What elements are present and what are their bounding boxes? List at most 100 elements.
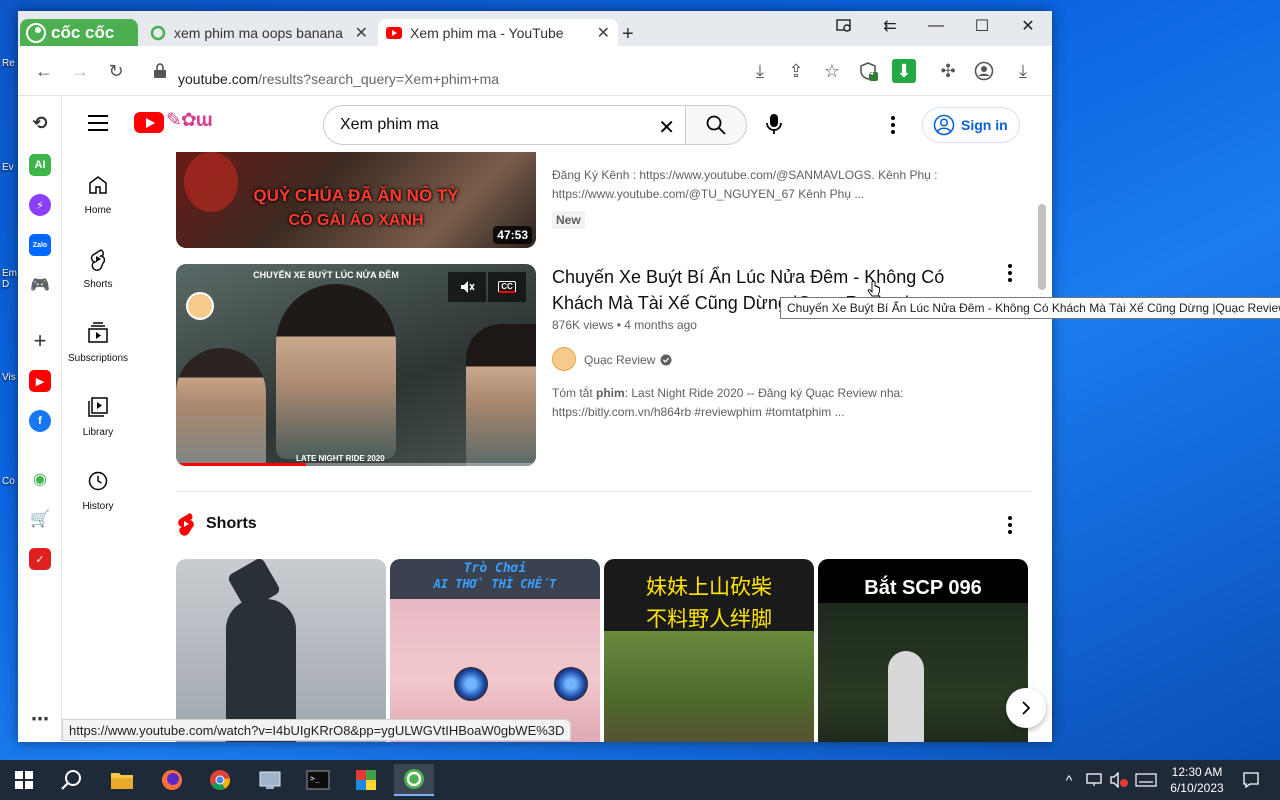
- section-divider: [176, 491, 1032, 492]
- tab-youtube[interactable]: Xem phim ma - YouTube ✕: [378, 19, 618, 46]
- desktop-icon-fragment[interactable]: Re: [2, 58, 15, 69]
- desktop-icon-fragment[interactable]: Vis: [2, 372, 16, 383]
- tab-close-icon[interactable]: ✕: [597, 23, 610, 43]
- mute-icon[interactable]: [448, 272, 486, 302]
- channel-avatar[interactable]: [552, 347, 576, 371]
- shopping-cart-icon[interactable]: 🛒: [29, 508, 51, 530]
- maximize-button[interactable]: ☐: [962, 15, 1002, 37]
- coccoc-map-icon[interactable]: ◉: [29, 468, 51, 490]
- shorts-kebab-icon[interactable]: [998, 513, 1022, 537]
- desktop-icon-fragment[interactable]: Ev: [2, 162, 14, 173]
- new-tab-button[interactable]: +: [622, 23, 634, 46]
- search-button[interactable]: [685, 105, 747, 145]
- guide-library[interactable]: Library: [62, 395, 134, 438]
- video-action-kebab-icon[interactable]: [998, 261, 1022, 285]
- todo-check-icon[interactable]: ✓: [29, 548, 51, 570]
- extensions-puzzle-icon[interactable]: ✣: [936, 59, 960, 83]
- guide-label: History: [82, 501, 114, 512]
- adblock-shield-icon[interactable]: 4: [856, 59, 880, 83]
- bookmark-star-icon[interactable]: ☆: [820, 59, 844, 83]
- short-caption: 不料野人绊脚: [646, 607, 772, 631]
- lock-icon[interactable]: [148, 59, 172, 83]
- facebook-icon[interactable]: f: [29, 410, 51, 432]
- short-caption: Trò Chơi: [463, 561, 527, 576]
- coccoc-taskbar-icon[interactable]: [394, 764, 434, 796]
- history-icon: [88, 471, 108, 491]
- firefox-icon[interactable]: [152, 764, 192, 796]
- upload-age: 4 months ago: [624, 318, 697, 332]
- short-card[interactable]: Bắt SCP 096: [818, 559, 1028, 742]
- reload-button[interactable]: ↻: [104, 59, 128, 83]
- more-options-icon[interactable]: ⋯: [29, 708, 51, 730]
- new-badge: New: [552, 211, 585, 229]
- forward-button[interactable]: →: [68, 59, 92, 83]
- description-line: https://bitly.com.vn/h864rb #reviewphim …: [552, 405, 845, 419]
- ai-label: AI: [34, 159, 46, 171]
- messenger-icon[interactable]: ⚡: [29, 194, 51, 216]
- guide-subscriptions[interactable]: Subscriptions: [62, 321, 134, 364]
- guide-shorts[interactable]: Shorts: [62, 247, 134, 290]
- youtube-doodle-icon[interactable]: ✎✿ɯ: [166, 109, 213, 132]
- tab-oops-banana[interactable]: xem phim ma oops banana - ✕: [142, 19, 376, 46]
- captions-button[interactable]: CC: [488, 272, 526, 302]
- cc-icon: CC: [498, 281, 516, 293]
- search-tabs-icon[interactable]: [824, 15, 864, 37]
- terminal-icon[interactable]: >_: [298, 764, 338, 796]
- colorful-app-icon[interactable]: [346, 764, 386, 796]
- volume-muted-icon[interactable]: [1106, 764, 1132, 796]
- clear-search-icon[interactable]: ✕: [658, 115, 675, 140]
- guide-label: Shorts: [83, 279, 113, 290]
- settings-kebab-icon[interactable]: [881, 113, 905, 137]
- short-card[interactable]: 妹妹上山砍柴 不料野人绊脚: [604, 559, 814, 742]
- shorts-next-button[interactable]: [1006, 688, 1046, 728]
- chrome-icon[interactable]: [200, 764, 240, 796]
- minimize-button[interactable]: —: [916, 15, 956, 37]
- taskbar-clock[interactable]: 12:30 AM 6/10/2023: [1162, 764, 1232, 796]
- profile-icon[interactable]: [972, 59, 996, 83]
- history-clock-icon[interactable]: ⟲: [29, 112, 51, 134]
- youtube-sidebar-icon[interactable]: ▶: [29, 370, 51, 392]
- keyboard-icon[interactable]: [1132, 764, 1160, 796]
- shorts-heading: Shorts: [206, 515, 257, 532]
- install-app-icon[interactable]: ⤓: [748, 59, 772, 83]
- zalo-icon[interactable]: Zalo: [29, 234, 51, 256]
- title-line: Chuyến Xe Buýt Bí Ẩn Lúc Nửa Đêm - Không…: [552, 267, 945, 287]
- youtube-logo-icon[interactable]: [134, 112, 164, 133]
- channel-link[interactable]: Quạc Review: [584, 353, 672, 367]
- show-hidden-icons-chevron-icon[interactable]: ^: [1056, 764, 1082, 796]
- back-arrow-icon[interactable]: ⇇: [870, 15, 910, 37]
- page-scrollbar-thumb[interactable]: [1038, 204, 1046, 290]
- short-card[interactable]: [176, 559, 386, 742]
- browser-toolbar: ← → ↻ youtube.com/results?search_query=X…: [18, 46, 1052, 96]
- short-card[interactable]: Trò Chơi AI THỞ THÌ CHẾT: [390, 559, 600, 742]
- description-text: Tóm tắt: [552, 386, 597, 400]
- savior-download-icon[interactable]: ⬇: [892, 59, 916, 83]
- voice-search-icon[interactable]: [762, 112, 786, 136]
- tab-close-icon[interactable]: ✕: [355, 23, 368, 43]
- desktop-icon-fragment[interactable]: Em D: [2, 268, 17, 290]
- file-explorer-icon[interactable]: [102, 764, 142, 796]
- network-icon[interactable]: [1082, 764, 1108, 796]
- guide-home[interactable]: Home: [62, 173, 134, 216]
- address-bar[interactable]: youtube.com/results?search_query=Xem+phi…: [178, 71, 499, 87]
- taskbar-search-button[interactable]: [52, 764, 92, 796]
- close-window-button[interactable]: ✕: [1008, 15, 1048, 37]
- downloads-icon[interactable]: ⤓: [1011, 59, 1035, 83]
- game-controller-icon[interactable]: 🎮: [29, 274, 51, 296]
- add-sidebar-item-icon[interactable]: +: [29, 328, 51, 353]
- network-tool-icon[interactable]: [250, 764, 290, 796]
- coccoc-menu-button[interactable]: cốc cốc: [20, 19, 138, 46]
- guide-menu-icon[interactable]: [88, 115, 108, 131]
- back-button[interactable]: ←: [32, 59, 56, 83]
- notifications-icon[interactable]: [1236, 764, 1266, 796]
- start-button[interactable]: [4, 764, 44, 796]
- video-thumbnail[interactable]: CHUYẾN XE BUÝT LÚC NỬA ĐÊM LATE NIGHT RI…: [176, 264, 536, 466]
- guide-history[interactable]: History: [62, 469, 134, 512]
- sign-in-button[interactable]: Sign in: [922, 107, 1020, 143]
- search-input[interactable]: Xem phim ma ✕: [323, 105, 685, 145]
- ai-assistant-icon[interactable]: AI: [29, 154, 51, 176]
- video-thumbnail[interactable]: QUỶ CHÚA ĐÃ ĂN NÔ TỲ CÔ GÁI ÁO XANH 47:5…: [176, 144, 536, 248]
- subscriptions-icon: [88, 322, 108, 343]
- share-icon[interactable]: ⇪: [784, 59, 808, 83]
- desktop-icon-fragment[interactable]: Co: [2, 476, 15, 487]
